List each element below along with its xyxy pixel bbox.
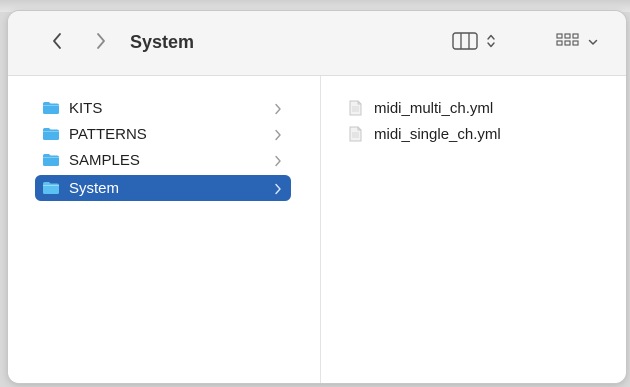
chevron-up-down-icon	[486, 32, 496, 55]
folder-column: KITS PATTERNS SAMPLES System	[8, 76, 320, 383]
folder-row-samples[interactable]: SAMPLES	[35, 147, 291, 173]
chevron-right-icon	[274, 102, 282, 115]
chevron-right-icon	[274, 154, 282, 167]
file-row-midi-single-ch[interactable]: midi_single_ch.yml	[349, 122, 501, 146]
document-icon	[349, 100, 362, 116]
group-button[interactable]	[556, 31, 598, 55]
document-icon	[349, 126, 362, 142]
file-label: midi_single_ch.yml	[374, 125, 501, 143]
folder-icon	[42, 181, 60, 195]
folder-label: SAMPLES	[69, 151, 140, 169]
toolbar: System	[8, 11, 626, 76]
chevron-down-icon	[588, 34, 598, 52]
forward-button[interactable]	[87, 29, 115, 57]
folder-icon	[42, 127, 60, 141]
folder-row-patterns[interactable]: PATTERNS	[35, 121, 291, 147]
folder-row-kits[interactable]: KITS	[35, 95, 291, 121]
view-mode-button[interactable]	[452, 31, 496, 55]
column-view-icon	[452, 31, 480, 55]
chevron-left-icon	[51, 32, 63, 55]
folder-icon	[42, 153, 60, 167]
chevron-right-icon	[95, 32, 107, 55]
file-column: midi_multi_ch.yml midi_single_ch.yml	[321, 76, 626, 383]
file-label: midi_multi_ch.yml	[374, 99, 494, 117]
folder-label: KITS	[69, 99, 103, 117]
chevron-right-icon	[274, 182, 282, 195]
file-row-midi-multi-ch[interactable]: midi_multi_ch.yml	[349, 96, 493, 120]
finder-window: System KITS PATTERNS SAMPLES System midi…	[8, 11, 626, 383]
chevron-right-icon	[274, 128, 282, 141]
folder-icon	[42, 101, 60, 115]
folder-label: PATTERNS	[69, 125, 147, 143]
back-button[interactable]	[43, 29, 71, 57]
folder-row-system[interactable]: System	[35, 175, 291, 201]
window-title: System	[130, 32, 195, 52]
grid-view-icon	[556, 32, 580, 55]
folder-label: System	[69, 179, 120, 197]
